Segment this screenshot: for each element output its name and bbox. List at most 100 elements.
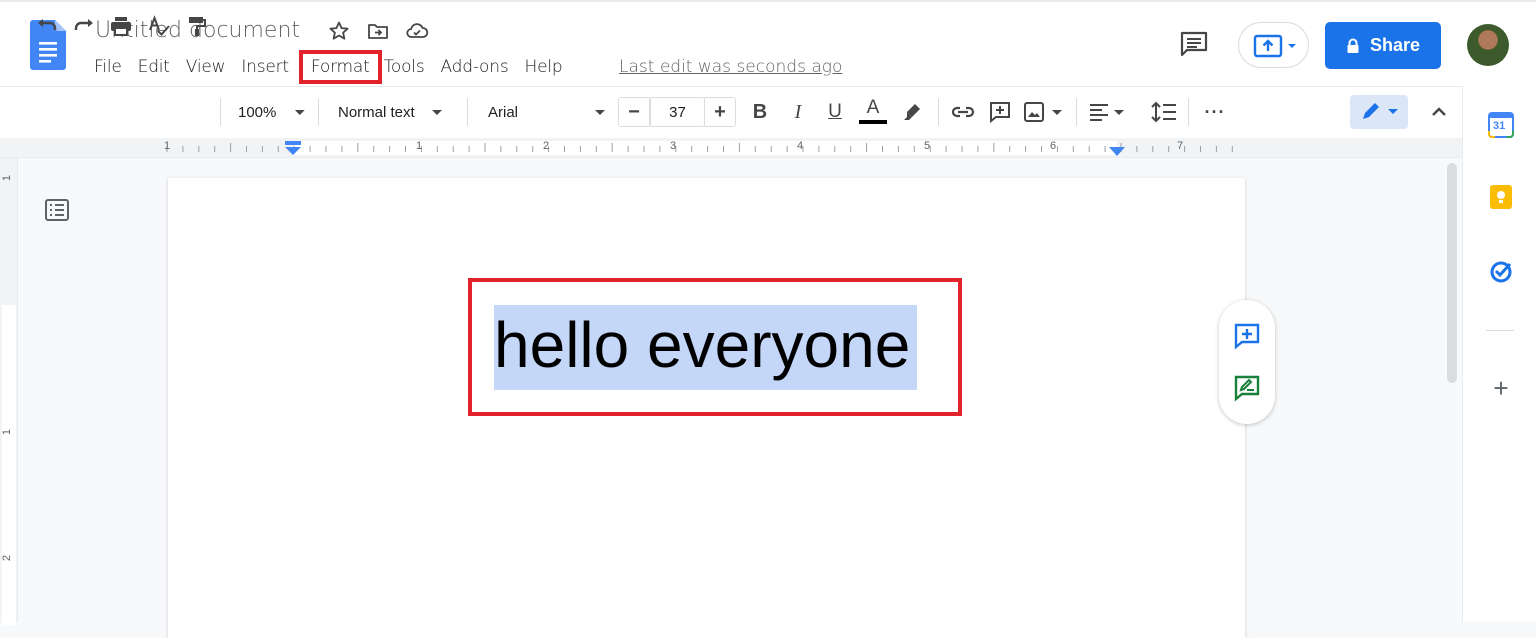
highlight-annotation-box	[468, 278, 962, 416]
text-color-swatch	[859, 119, 887, 124]
avatar[interactable]	[1467, 24, 1509, 66]
italic-button[interactable]: I	[786, 98, 810, 126]
print-button[interactable]	[108, 12, 134, 40]
share-button[interactable]: Share	[1325, 22, 1441, 69]
bold-button[interactable]: B	[748, 98, 772, 126]
add-comment-icon[interactable]	[1233, 322, 1261, 350]
font-value: Arial	[488, 103, 519, 121]
editing-mode-select[interactable]	[1350, 95, 1408, 129]
move-to-folder-icon[interactable]	[366, 19, 390, 43]
menu-edit[interactable]: Edit	[130, 54, 178, 80]
line-spacing-icon	[1151, 101, 1176, 123]
menu-add-ons[interactable]: Add-ons	[433, 54, 517, 80]
toolbar-divider	[220, 98, 221, 126]
text-color-label: A	[866, 96, 880, 118]
get-add-ons-button[interactable]: +	[1489, 374, 1513, 402]
vruler-label: 2	[1, 554, 14, 562]
collapse-icon	[1432, 107, 1446, 116]
insert-comment-button[interactable]	[987, 98, 1013, 126]
undo-icon	[38, 19, 57, 30]
present-button[interactable]	[1238, 22, 1309, 68]
zoom-select[interactable]: 100%	[238, 98, 310, 126]
tasks-icon[interactable]	[1488, 258, 1514, 284]
share-label: Share	[1369, 35, 1421, 55]
left-indent-marker[interactable]	[284, 140, 302, 156]
spellcheck-button[interactable]	[146, 12, 172, 40]
menu-file[interactable]: File	[86, 54, 130, 80]
ruler-label: 1	[164, 140, 171, 152]
ruler-ticks	[166, 143, 1233, 152]
paint-format-button[interactable]	[183, 12, 209, 40]
outline-icon[interactable]	[44, 198, 70, 222]
underline-button[interactable]: U	[823, 98, 847, 126]
vertical-ruler-content	[2, 305, 16, 625]
toolbar-divider	[467, 98, 468, 126]
redo-button[interactable]	[71, 12, 97, 40]
vruler-label: 1	[1, 174, 14, 182]
link-icon	[951, 106, 975, 118]
keep-icon[interactable]	[1488, 184, 1514, 210]
scrollbar-thumb[interactable]	[1447, 163, 1457, 383]
font-size-input[interactable]: 37	[650, 97, 705, 127]
insert-image-icon	[1024, 102, 1062, 122]
menu-insert[interactable]: Insert	[233, 54, 297, 80]
suggest-edit-icon[interactable]	[1233, 374, 1261, 402]
ruler-label: 1	[416, 140, 423, 152]
toolbar-divider	[938, 98, 939, 126]
ruler-label: 5	[924, 140, 931, 152]
menu-format[interactable]: Format	[298, 50, 382, 84]
chevron-down-icon	[431, 110, 442, 115]
toolbar-divider	[1076, 98, 1077, 126]
collapse-menus-button[interactable]	[1426, 98, 1452, 126]
spellcheck-icon	[149, 15, 170, 36]
ruler-label: 6	[1050, 140, 1057, 152]
right-indent-marker[interactable]	[1108, 145, 1126, 157]
insert-image-button[interactable]	[1022, 98, 1066, 126]
app-header: Untitled document File Edit View Insert …	[0, 2, 1536, 86]
decrease-font-size-button[interactable]: −	[618, 97, 650, 127]
toolbar-divider	[1188, 98, 1189, 126]
align-select[interactable]	[1086, 98, 1130, 126]
edit-mode-icon	[1363, 103, 1398, 119]
increase-font-size-button[interactable]: +	[704, 97, 736, 127]
lock-icon	[1347, 38, 1359, 53]
insert-link-button[interactable]	[950, 98, 976, 126]
cloud-saved-icon[interactable]	[405, 19, 429, 43]
more-options-button[interactable]: ···	[1200, 98, 1230, 126]
floating-action-group	[1219, 300, 1275, 424]
ruler-label: 2	[543, 140, 550, 152]
star-icon[interactable]	[327, 19, 351, 43]
align-icon	[1090, 104, 1124, 121]
chevron-down-icon	[595, 110, 605, 115]
side-panel	[1462, 86, 1536, 622]
ruler-label: 4	[797, 140, 804, 152]
zoom-value: 100%	[238, 103, 277, 121]
calendar-day: 31	[1493, 120, 1506, 132]
comment-history-icon[interactable]	[1178, 28, 1210, 60]
side-panel-divider	[1486, 330, 1514, 331]
menu-view[interactable]: View	[178, 54, 234, 80]
print-icon	[111, 17, 131, 36]
redo-icon	[74, 19, 93, 30]
highlight-color-button[interactable]	[899, 98, 925, 126]
last-edit-link[interactable]: Last edit was seconds ago	[619, 54, 842, 80]
undo-button[interactable]	[34, 12, 60, 40]
line-spacing-button[interactable]	[1150, 98, 1178, 126]
present-icon	[1253, 34, 1296, 58]
menu-help[interactable]: Help	[517, 54, 571, 80]
menu-tools[interactable]: Tools	[384, 54, 433, 80]
paragraph-style-value: Normal text	[338, 103, 415, 121]
ruler-label: 7	[1177, 140, 1184, 152]
font-select[interactable]: Arial	[488, 98, 610, 126]
toolbar-divider	[318, 98, 319, 126]
paint-format-icon	[189, 17, 206, 36]
menu-bar: File Edit View Insert Format Tools Add-o…	[86, 50, 571, 84]
paragraph-style-select[interactable]: Normal text	[338, 98, 458, 126]
text-color-button[interactable]: A	[859, 96, 887, 124]
add-comment-icon	[990, 102, 1010, 124]
calendar-icon[interactable]: 31	[1488, 112, 1514, 138]
chevron-down-icon	[295, 110, 306, 115]
ruler-label: 3	[670, 140, 677, 152]
highlighter-icon	[904, 104, 920, 120]
vruler-label: 1	[1, 428, 14, 436]
